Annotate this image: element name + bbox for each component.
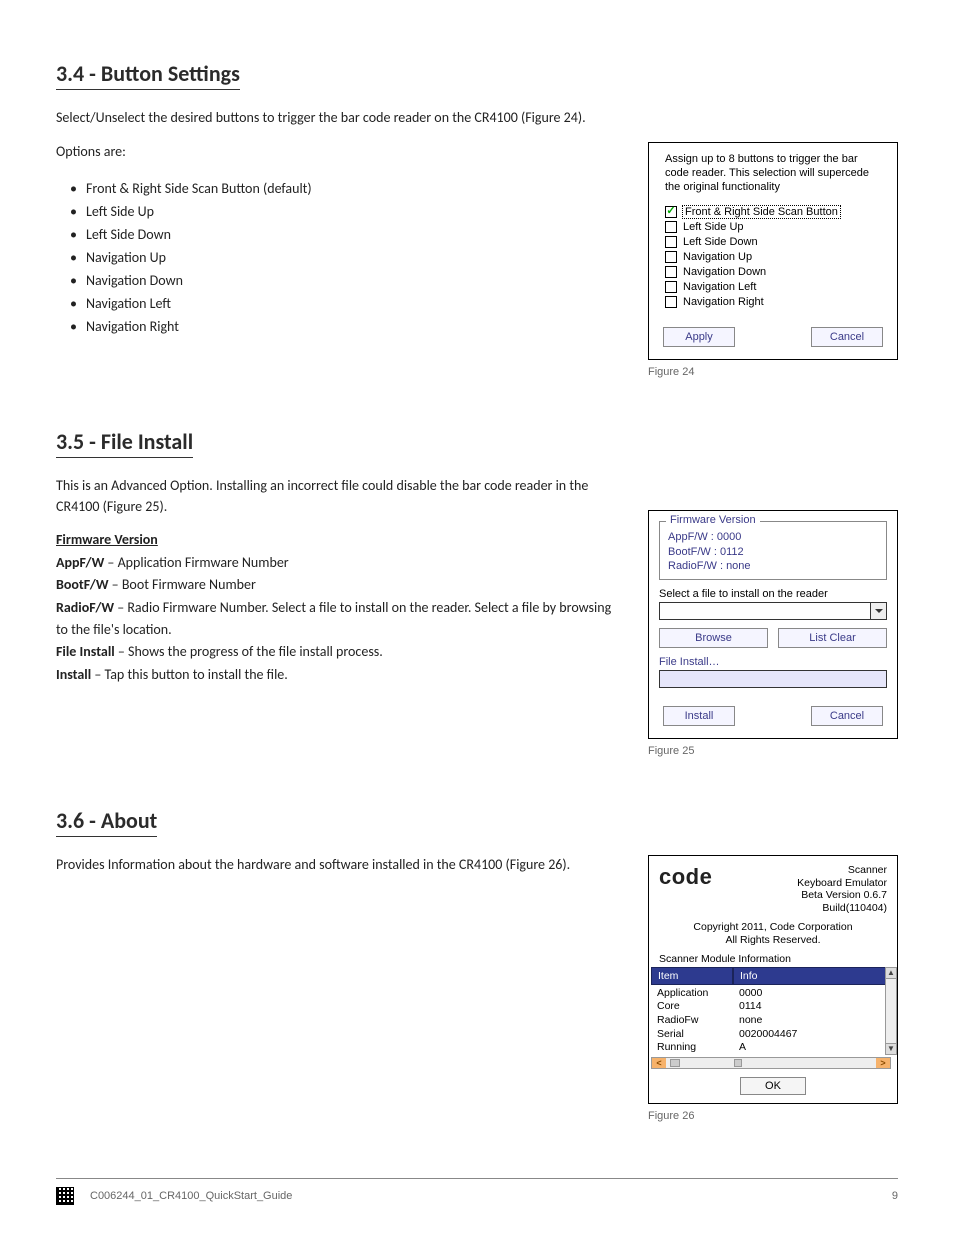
checkbox-icon[interactable] <box>665 266 677 278</box>
table-row: 0000 <box>739 987 885 1001</box>
table-row: 0020004467 <box>739 1028 885 1042</box>
checkbox-row-nav-right[interactable]: Navigation Right <box>659 294 887 309</box>
scanner-module-info-label: Scanner Module Information <box>649 953 897 967</box>
chevron-down-icon[interactable] <box>870 603 886 619</box>
install-line: Install – Tap this button to install the… <box>56 664 618 686</box>
sec36-intro: Provides Information about the hardware … <box>56 855 618 875</box>
list-item: Navigation Down <box>86 269 618 292</box>
apply-button[interactable]: Apply <box>663 327 735 347</box>
file-install-progress-bar <box>659 670 887 688</box>
select-file-label: Select a file to install on the reader <box>659 588 887 600</box>
scanner-info-table: Item Info Application Core RadioFw Seria… <box>651 967 891 1069</box>
table-row: RadioFw <box>657 1014 727 1028</box>
scroll-left-icon[interactable]: < <box>652 1058 666 1068</box>
sec35-intro: This is an Advanced Option. Installing a… <box>56 476 618 517</box>
install-button[interactable]: Install <box>663 706 735 726</box>
footer-page-number: 9 <box>892 1190 898 1202</box>
heading-about: 3.6 - About <box>56 807 157 837</box>
checkbox-icon[interactable] <box>665 206 677 218</box>
ok-button[interactable]: OK <box>740 1077 806 1095</box>
page-footer: C006244_01_CR4100_QuickStart_Guide 9 <box>56 1178 898 1205</box>
checkbox-icon[interactable] <box>665 236 677 248</box>
browse-button[interactable]: Browse <box>659 628 768 648</box>
scroll-down-icon[interactable]: ▼ <box>886 1043 896 1054</box>
scroll-up-icon[interactable]: ▲ <box>886 968 896 979</box>
fieldset-legend: Firmware Version <box>666 514 760 526</box>
table-row: none <box>739 1014 885 1028</box>
list-clear-button[interactable]: List Clear <box>778 628 887 648</box>
checkbox-icon[interactable] <box>665 251 677 263</box>
about-title-block: Scanner Keyboard Emulator Beta Version 0… <box>720 864 887 914</box>
checkbox-row-nav-up[interactable]: Navigation Up <box>659 249 887 264</box>
checkbox-label: Navigation Up <box>683 251 752 263</box>
sec34-intro: Select/Unselect the desired buttons to t… <box>56 108 618 128</box>
figure-24-dialog: Assign up to 8 buttons to trigger the ba… <box>648 142 898 360</box>
table-row: Core <box>657 1000 727 1014</box>
list-item: Front & Right Side Scan Button (default) <box>86 177 618 200</box>
firmware-version-fieldset: Firmware Version AppF/W : 0000 BootF/W :… <box>659 521 887 580</box>
figure-24-caption: Figure 24 <box>648 366 898 378</box>
figure-26-dialog: code Scanner Keyboard Emulator Beta Vers… <box>648 855 898 1104</box>
bootfw-line: BootF/W – Boot Firmware Number <box>56 574 618 596</box>
checkbox-row-left-side-down[interactable]: Left Side Down <box>659 234 887 249</box>
list-item: Navigation Up <box>86 246 618 269</box>
file-install-progress-label: File Install… <box>659 656 887 668</box>
th-item: Item <box>651 967 733 985</box>
radiofw-line: RadioF/W – Radio Firmware Number. Select… <box>56 597 618 642</box>
scroll-right-icon[interactable]: > <box>876 1058 890 1068</box>
footer-doc-name: C006244_01_CR4100_QuickStart_Guide <box>90 1190 292 1202</box>
list-item: Left Side Up <box>86 200 618 223</box>
checkbox-label: Left Side Up <box>683 221 744 233</box>
table-row: A <box>739 1041 885 1055</box>
vertical-scrollbar[interactable]: ▲ ▼ <box>885 967 897 1055</box>
checkbox-label: Navigation Down <box>683 266 766 278</box>
table-row: Serial <box>657 1028 727 1042</box>
checkbox-row-nav-down[interactable]: Navigation Down <box>659 264 887 279</box>
horizontal-scrollbar[interactable]: < > <box>651 1057 891 1069</box>
checkbox-label: Left Side Down <box>683 236 758 248</box>
about-copyright: Copyright 2011, Code Corporation All Rig… <box>649 919 897 953</box>
figure-25-dialog: Firmware Version AppF/W : 0000 BootF/W :… <box>648 510 898 739</box>
figure-25-caption: Figure 25 <box>648 745 898 757</box>
firmware-version-heading: Firmware Version <box>56 531 618 548</box>
checkbox-label: Navigation Right <box>683 296 764 308</box>
checkbox-row-front-right[interactable]: Front & Right Side Scan Button <box>659 204 887 219</box>
list-item: Left Side Down <box>86 223 618 246</box>
th-info: Info <box>733 967 891 985</box>
checkbox-label: Front & Right Side Scan Button <box>683 206 840 218</box>
sec34-options-list: Front & Right Side Scan Button (default)… <box>56 177 618 339</box>
radiofw-value: RadioF/W : none <box>668 559 878 573</box>
cancel-button[interactable]: Cancel <box>811 706 883 726</box>
table-row: Application <box>657 987 727 1001</box>
code-logo: code <box>659 864 712 890</box>
checkbox-row-left-side-up[interactable]: Left Side Up <box>659 219 887 234</box>
checkbox-label: Navigation Left <box>683 281 756 293</box>
checkbox-icon[interactable] <box>665 281 677 293</box>
cancel-button[interactable]: Cancel <box>811 327 883 347</box>
checkbox-row-nav-left[interactable]: Navigation Left <box>659 279 887 294</box>
list-item: Navigation Right <box>86 315 618 338</box>
file-select-dropdown[interactable] <box>659 602 887 620</box>
table-row: 0114 <box>739 1000 885 1014</box>
qr-icon <box>56 1187 74 1205</box>
list-item: Navigation Left <box>86 292 618 315</box>
checkbox-icon[interactable] <box>665 296 677 308</box>
heading-file-install: 3.5 - File Install <box>56 428 193 458</box>
table-row: Running <box>657 1041 727 1055</box>
figure-26-caption: Figure 26 <box>648 1110 898 1122</box>
bootfw-value: BootF/W : 0112 <box>668 545 878 559</box>
resize-grip-icon[interactable] <box>734 1059 742 1067</box>
sec34-options-label: Options are: <box>56 142 618 162</box>
fig24-description: Assign up to 8 buttons to trigger the ba… <box>659 153 887 194</box>
heading-button-settings: 3.4 - Button Settings <box>56 60 240 90</box>
fileinstall-line: File Install – Shows the progress of the… <box>56 641 618 663</box>
appfw-value: AppF/W : 0000 <box>668 530 878 544</box>
appfw-line: AppF/W – Application Firmware Number <box>56 552 618 574</box>
scroll-thumb[interactable] <box>670 1059 680 1067</box>
checkbox-icon[interactable] <box>665 221 677 233</box>
